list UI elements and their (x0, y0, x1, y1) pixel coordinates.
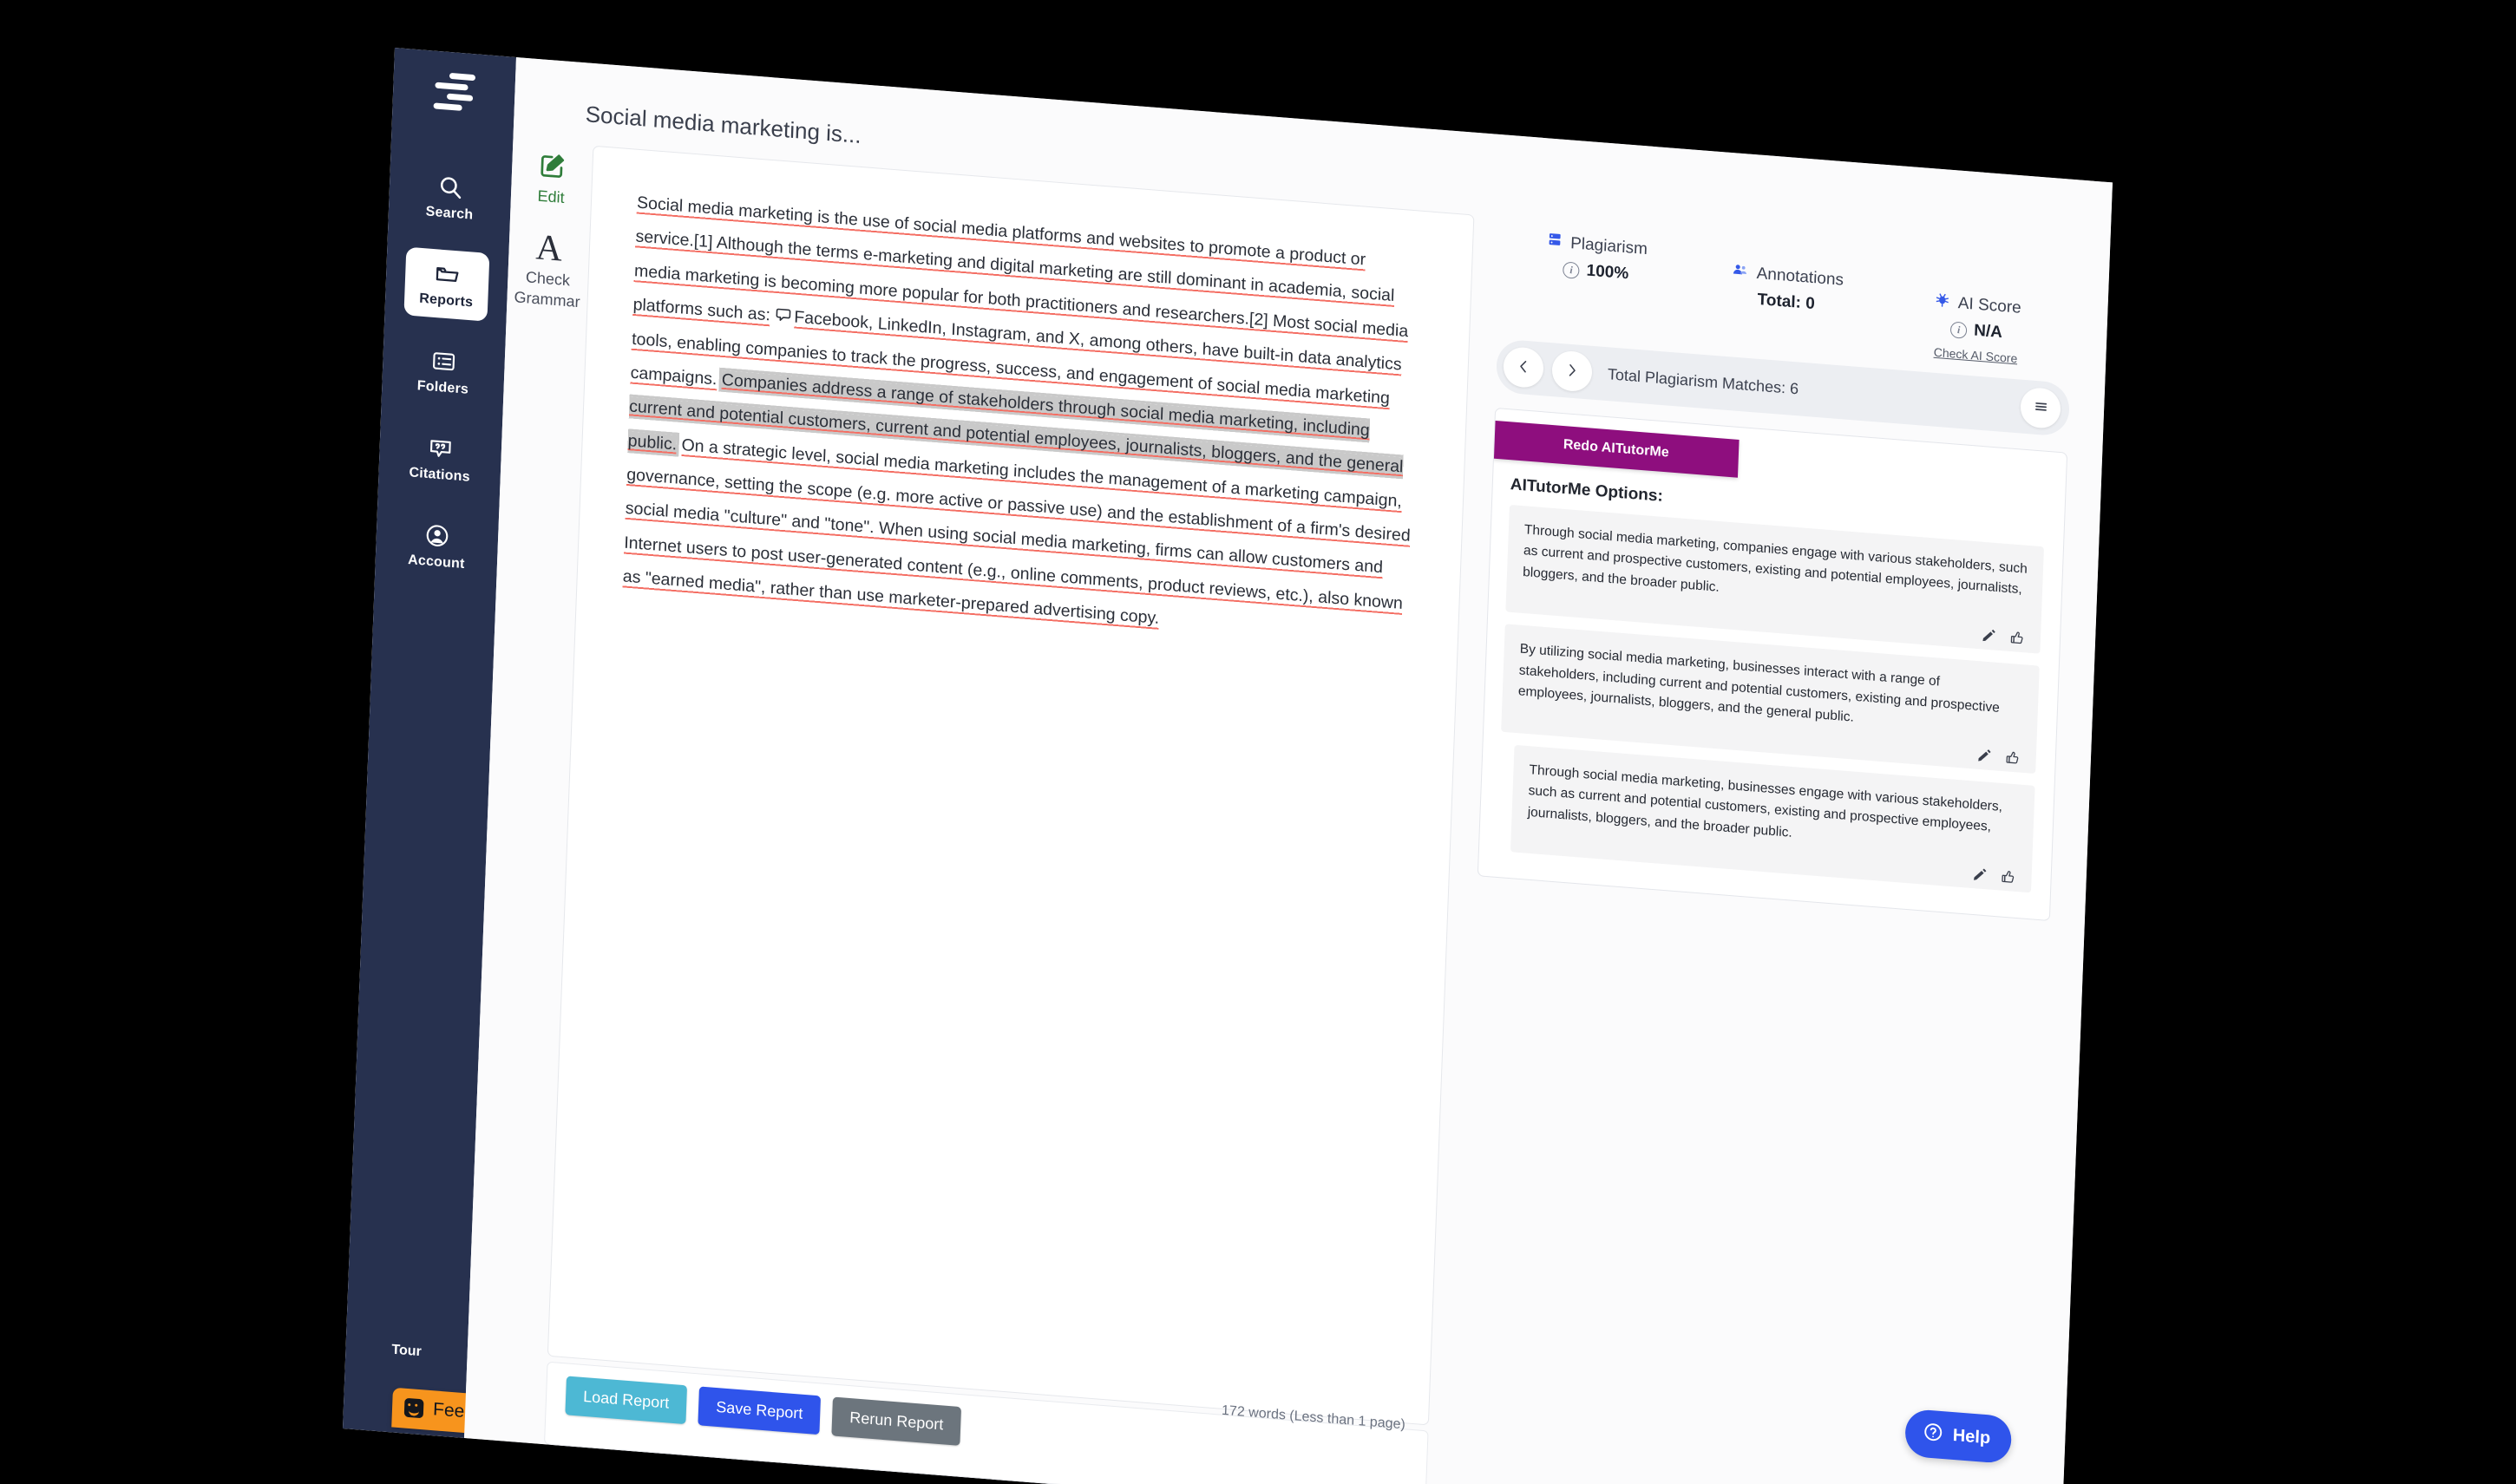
sidebar-item-tour[interactable]: Tour (391, 1322, 427, 1360)
sidebar-item-label: Reports (418, 291, 474, 311)
thumbs-up-icon[interactable] (2005, 749, 2021, 765)
doc-segment-plagiarism-1[interactable]: Social media marketing is the use of soc… (632, 193, 1409, 343)
sidebar-item-label: Account (407, 552, 465, 572)
edit-pencil-icon (537, 150, 567, 186)
metric-plagiarism-value: 100% (1586, 261, 1629, 284)
hamburger-menu-icon (2032, 398, 2049, 418)
list-icon (430, 348, 457, 376)
metric-ai-score-label: AI Score (1957, 293, 2022, 317)
document-area: Social media marketing is the use of soc… (544, 145, 1493, 1484)
check-ai-score-link[interactable]: Check AI Score (1934, 345, 2018, 365)
sidebar-item-label: Search (425, 204, 474, 223)
letter-a-icon: A (534, 227, 563, 270)
folder-icon (434, 260, 461, 288)
user-icon (423, 522, 450, 550)
pencil-icon[interactable] (1972, 866, 1988, 882)
info-icon[interactable]: i (1563, 260, 1580, 279)
rerun-report-button[interactable]: Rerun Report (831, 1396, 962, 1446)
quetext-logo[interactable] (430, 69, 477, 113)
ai-bug-icon (1933, 291, 1950, 313)
thumbs-up-icon[interactable] (2001, 869, 2016, 885)
smiley-icon (403, 1397, 424, 1419)
metric-ai-score: AI Score i N/A Check AI Score (1880, 257, 2074, 369)
info-icon[interactable]: i (1949, 320, 1968, 339)
main-content: Social media marketing is... Edit A Chec… (464, 56, 2113, 1484)
match-menu-button[interactable] (2020, 386, 2061, 430)
grammar-tool-label-1: Check (525, 267, 571, 289)
pencil-icon[interactable] (1976, 748, 1992, 763)
comment-bubble-icon[interactable] (775, 302, 793, 322)
plagiarism-icon (1546, 231, 1563, 253)
metric-plagiarism: Plagiarism i 100% (1500, 227, 1693, 289)
sidebar-item-account[interactable]: Account (394, 508, 480, 583)
right-panel: Plagiarism i 100% Annotations Total: 0 A… (1445, 216, 2109, 1484)
eye-icon (407, 1323, 427, 1351)
sidebar-item-label: Folders (416, 378, 469, 397)
document-card[interactable]: Social media marketing is the use of soc… (547, 145, 1475, 1426)
annotations-icon (1730, 261, 1749, 284)
metric-annotations-label: Annotations (1756, 264, 1844, 290)
edit-tool-button[interactable]: Edit (514, 148, 590, 209)
save-report-button[interactable]: Save Report (698, 1386, 822, 1435)
sidebar-item-tour-label: Tour (391, 1342, 423, 1360)
pencil-icon[interactable] (1982, 628, 1997, 644)
load-report-button[interactable]: Load Report (565, 1376, 688, 1425)
sidebar-item-citations[interactable]: Citations (397, 422, 483, 496)
chevron-left-icon (1516, 357, 1532, 376)
work-area: Edit A Check Grammar Social media market… (464, 140, 2109, 1484)
help-button[interactable]: Help (1903, 1408, 2013, 1465)
sidebar-item-reports[interactable]: Reports (403, 246, 490, 322)
search-icon (437, 173, 464, 201)
grammar-tool-label-2: Grammar (514, 288, 580, 311)
metric-annotations-value: Total: 0 (1757, 291, 1816, 314)
metric-plagiarism-label: Plagiarism (1569, 233, 1648, 258)
next-match-button[interactable] (1551, 350, 1593, 393)
document-text: Social media marketing is the use of soc… (622, 186, 1427, 657)
sidebar-item-folders[interactable]: Folders (401, 334, 487, 409)
thumbs-up-icon[interactable] (2010, 631, 2026, 646)
sidebar-item-label: Citations (409, 465, 471, 485)
edit-tool-label: Edit (537, 186, 565, 206)
screenshot-stage: Search Reports Folders Citations Account… (0, 0, 2516, 1484)
sidebar-item-search[interactable]: Search (407, 160, 493, 234)
prev-match-button[interactable] (1503, 345, 1544, 389)
app-window: Search Reports Folders Citations Account… (343, 48, 2113, 1484)
aitutorme-card: Redo AITutorMe AITutorMe Options: Throug… (1477, 407, 2068, 922)
quote-icon (427, 435, 454, 462)
metric-annotations: Annotations Total: 0 (1690, 242, 1884, 319)
help-label: Help (1952, 1426, 1991, 1448)
metric-ai-score-value: N/A (1973, 321, 2003, 343)
question-circle-icon (1922, 1421, 1943, 1448)
chevron-right-icon (1564, 362, 1581, 381)
check-grammar-button[interactable]: A Check Grammar (509, 227, 586, 312)
